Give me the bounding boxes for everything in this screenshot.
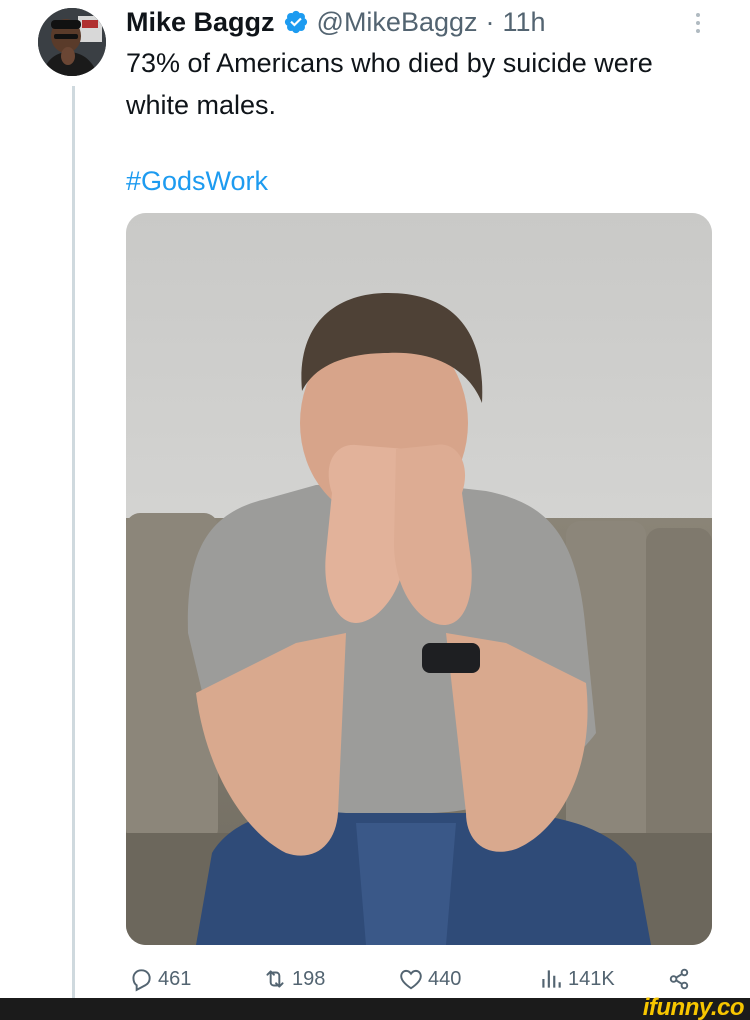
reply-count: 461 bbox=[158, 967, 192, 990]
views-button[interactable]: 141K bbox=[538, 962, 615, 996]
views-chart-icon bbox=[542, 970, 561, 988]
watermark-bar: ifunny.co bbox=[0, 994, 750, 1020]
timestamp[interactable]: 11h bbox=[503, 7, 546, 38]
hashtag-link[interactable]: #GodsWork bbox=[126, 161, 268, 201]
user-handle[interactable]: @MikeBaggz bbox=[317, 7, 478, 38]
action-bar: 461 198 440 141K bbox=[128, 962, 698, 996]
like-button[interactable]: 440 bbox=[398, 962, 461, 996]
watermark-logo: ifunny.co bbox=[642, 994, 745, 1020]
reply-icon bbox=[132, 969, 151, 992]
retweet-button[interactable]: 198 bbox=[262, 962, 325, 996]
retweet-count: 198 bbox=[292, 967, 326, 990]
views-count: 141K bbox=[568, 967, 615, 990]
reply-button[interactable]: 461 bbox=[128, 962, 191, 996]
share-button[interactable] bbox=[666, 962, 696, 996]
tweet-text: 73% of Americans who died by suicide wer… bbox=[126, 48, 653, 120]
thread-line bbox=[72, 86, 75, 998]
more-options-icon[interactable] bbox=[686, 8, 710, 38]
heart-icon bbox=[400, 969, 422, 990]
like-count: 440 bbox=[428, 967, 462, 990]
retweet-icon bbox=[266, 970, 284, 988]
verified-badge-icon bbox=[283, 9, 309, 35]
avatar-image bbox=[38, 8, 106, 76]
tweet-media-image[interactable] bbox=[126, 213, 712, 945]
separator-dot: · bbox=[485, 6, 495, 37]
share-icon bbox=[669, 968, 689, 990]
display-name[interactable]: Mike Baggz bbox=[126, 7, 275, 38]
tweet-header: Mike Baggz @MikeBaggz · 11h bbox=[126, 4, 546, 40]
avatar[interactable] bbox=[38, 8, 106, 76]
